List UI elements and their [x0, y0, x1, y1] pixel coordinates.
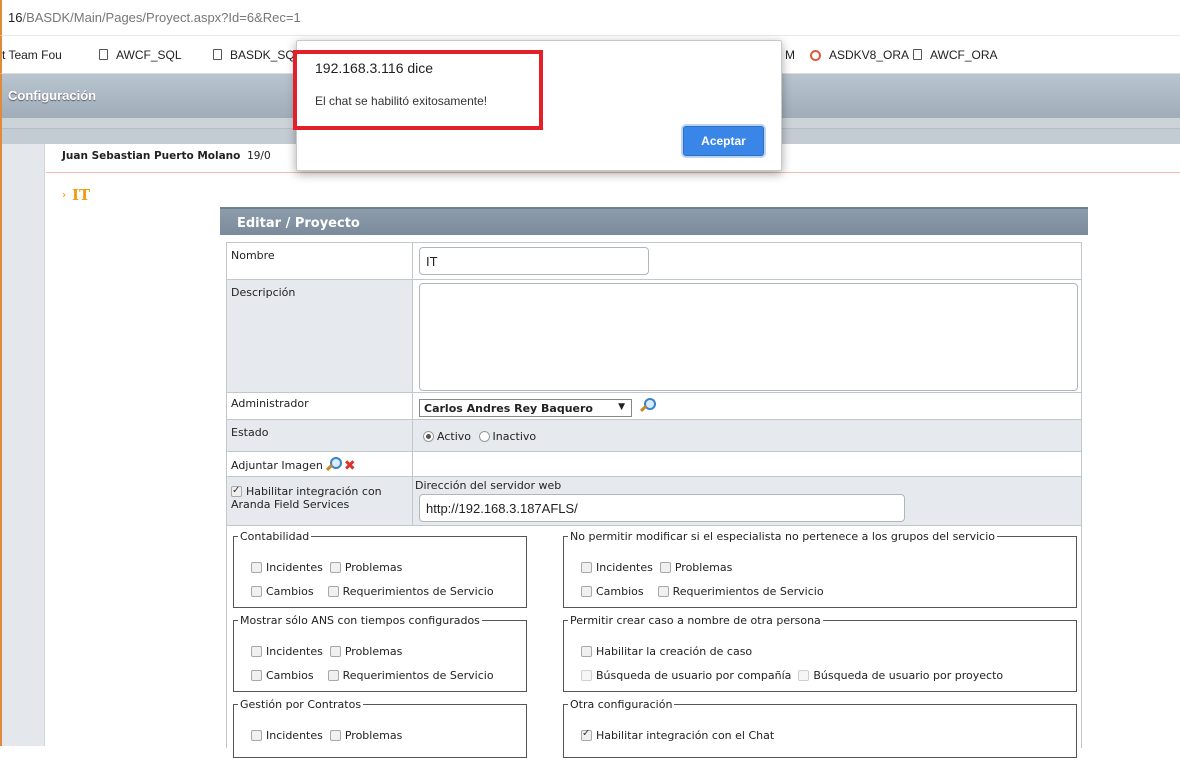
afs-label: Habilitar integración con Aranda Field S…	[231, 485, 382, 511]
panel-title: Editar / Proyecto	[220, 207, 1088, 235]
group-contratos: Gestión por Contratos Incidentes Problem…	[233, 698, 527, 758]
search-icon[interactable]	[326, 457, 343, 471]
busqueda-proyecto-checkbox[interactable]	[798, 670, 810, 681]
group-ans: Mostrar sólo ANS con tiempos configurado…	[233, 614, 527, 692]
row-estado: Estado Activo Inactivo	[226, 420, 1082, 452]
chevron-right-icon: ›	[62, 190, 66, 201]
contabilidad-problemas-checkbox[interactable]	[329, 562, 341, 573]
dialog-title: 192.168.3.116 dice	[315, 60, 434, 76]
edit-project-panel: Editar / Proyecto Nombre IT Descripción …	[220, 207, 1088, 758]
nomod-incidentes-checkbox[interactable]	[581, 562, 592, 573]
nomod-cambios-checkbox[interactable]	[581, 586, 592, 597]
bookmark-asdkv8-ora[interactable]: ASDKV8_ORA	[810, 48, 909, 62]
dropdown-arrow-icon: ▼	[618, 402, 625, 412]
group-no-modificar: No permitir modificar si el especialista…	[563, 530, 1077, 608]
url-text[interactable]: 16/BASDK/Main/Pages/Proyect.aspx?Id=6&Re…	[8, 10, 301, 25]
nomod-problemas-checkbox[interactable]	[659, 562, 671, 573]
app-title[interactable]: Configuración	[8, 88, 96, 103]
group-contabilidad: Contabilidad Incidentes Problemas Cambio…	[233, 530, 527, 608]
dialog-message: El chat se habilitó exitosamente!	[315, 94, 488, 108]
afs-checkbox[interactable]	[231, 484, 242, 497]
estado-activo-radio[interactable]	[423, 431, 434, 442]
contratos-problemas-checkbox[interactable]	[329, 730, 341, 741]
contratos-incidentes-checkbox[interactable]	[251, 730, 262, 741]
page-icon	[99, 49, 108, 60]
nombre-input[interactable]: IT	[419, 247, 649, 275]
user-info: Juan Sebastian Puerto Molano 19/0	[62, 150, 271, 162]
delete-icon[interactable]: ✖	[344, 458, 356, 474]
estado-label: Estado	[227, 420, 413, 451]
left-sidebar	[0, 144, 45, 746]
group-otra-config: Otra configuración Habilitar integración…	[563, 698, 1077, 758]
habilitar-creacion-checkbox[interactable]	[581, 646, 592, 657]
ans-problemas-checkbox[interactable]	[329, 646, 341, 657]
row-nombre: Nombre IT	[226, 243, 1082, 280]
page-icon	[213, 49, 222, 60]
options-area: Contabilidad Incidentes Problemas Cambio…	[226, 526, 1082, 758]
group-otra-persona: Permitir crear caso a nombre de otra per…	[563, 614, 1077, 692]
target-icon	[810, 50, 821, 61]
contabilidad-cambios-checkbox[interactable]	[251, 586, 262, 597]
divider	[46, 172, 1180, 173]
servidor-label: Dirección del servidor web	[415, 479, 562, 492]
page-title: › IT	[62, 186, 91, 204]
page-icon	[913, 49, 922, 60]
ans-incidentes-checkbox[interactable]	[251, 646, 262, 657]
busqueda-compania-checkbox[interactable]	[581, 670, 592, 681]
contabilidad-incidentes-checkbox[interactable]	[251, 562, 262, 573]
bookmark-awcf-sql[interactable]: AWCF_SQL	[99, 48, 182, 62]
bookmark-partial[interactable]: M	[785, 48, 795, 62]
descripcion-textarea[interactable]	[419, 283, 1078, 391]
contabilidad-requerimientos-checkbox[interactable]	[327, 586, 339, 597]
search-icon[interactable]	[640, 398, 656, 412]
bookmark-awcf-ora[interactable]: AWCF_ORA	[913, 48, 998, 62]
administrador-label: Administrador	[227, 393, 413, 419]
row-descripcion: Descripción	[226, 280, 1082, 393]
row-adjuntar: Adjuntar Imagen ✖	[226, 452, 1082, 477]
ans-cambios-checkbox[interactable]	[251, 670, 262, 681]
row-afs: Habilitar integración con Aranda Field S…	[226, 477, 1082, 526]
descripcion-label: Descripción	[227, 280, 413, 392]
ok-button[interactable]: Aceptar	[683, 126, 764, 156]
nombre-label: Nombre	[227, 243, 413, 279]
nomod-requerimientos-checkbox[interactable]	[657, 586, 669, 597]
bookmark-team-foundation[interactable]: t Team Fou	[2, 48, 62, 62]
administrador-select[interactable]: Carlos Andres Rey Baquero ▼	[419, 399, 632, 417]
ans-requerimientos-checkbox[interactable]	[327, 670, 339, 681]
row-administrador: Administrador Carlos Andres Rey Baquero ▼	[226, 393, 1082, 420]
address-bar[interactable]: 16/BASDK/Main/Pages/Proyect.aspx?Id=6&Re…	[0, 0, 1180, 36]
bookmark-basdk-sql[interactable]: BASDK_SQ	[213, 48, 295, 62]
adjuntar-label: Adjuntar Imagen	[231, 459, 323, 472]
estado-inactivo-radio[interactable]	[478, 431, 490, 442]
alert-dialog: 192.168.3.116 dice El chat se habilitó e…	[296, 40, 782, 171]
chat-checkbox[interactable]	[581, 728, 592, 741]
servidor-input[interactable]: http://192.168.3.187AFLS/	[419, 494, 905, 522]
